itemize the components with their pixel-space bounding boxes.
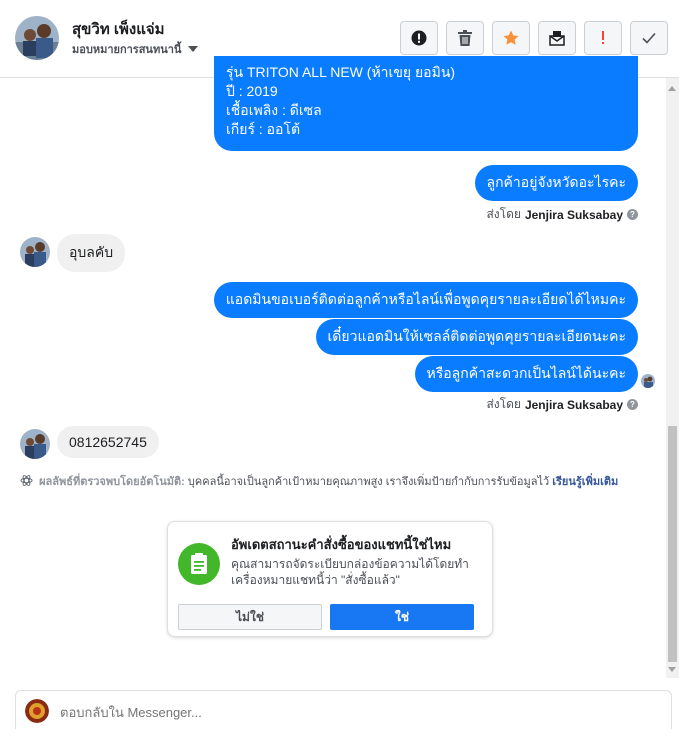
- caret-down-icon: [188, 46, 199, 52]
- outgoing-message: ลูกค้าอยู่จังหวัดอะไรคะ: [474, 165, 638, 201]
- important-icon: [602, 31, 604, 44]
- no-button[interactable]: ไม่ใช่: [178, 604, 322, 630]
- sent-by-info: ส่งโดย Jenjira Suksabay ?: [486, 395, 638, 414]
- reply-composer: [15, 690, 672, 729]
- seen-avatar: [641, 374, 655, 388]
- auto-detection-notice: ผลลัพธ์ที่ตรวจพบโดยอัตโนมัติ: บุคคลนี้อา…: [20, 474, 645, 490]
- sender-name[interactable]: Jenjira Suksabay: [525, 208, 623, 222]
- sent-by-info: ส่งโดย Jenjira Suksabay ?: [486, 205, 638, 224]
- message-line: ปี : 2019: [226, 83, 278, 99]
- mark-done-button[interactable]: [630, 21, 668, 55]
- auto-detect-text: บุคคลนี้อาจเป็นลูกค้าเป้าหมายคุณภาพสูง เ…: [187, 476, 550, 488]
- outgoing-message-car-details: รุ่น TRITON ALL NEW (ห้าเขยุ ยอมิน) ปี :…: [214, 56, 638, 151]
- sender-name[interactable]: Jenjira Suksabay: [525, 398, 623, 412]
- reply-input[interactable]: [60, 705, 650, 720]
- contact-avatar-small[interactable]: [20, 237, 50, 267]
- message-line: เชื้อเพลิง : ดีเซล: [226, 102, 322, 118]
- trash-icon: [458, 30, 472, 46]
- message-line: เกียร์ : ออโต้: [226, 121, 301, 137]
- card-body: คุณสามารถจัดระเบียบกล่องข้อความได้โดยทำเ…: [231, 557, 469, 587]
- important-button[interactable]: [584, 21, 622, 55]
- scrollbar-thumb[interactable]: [668, 426, 677, 662]
- assign-label: มอบหมายการสนทนานี้: [72, 44, 182, 56]
- star-icon: [503, 30, 519, 45]
- spam-button[interactable]: [400, 21, 438, 55]
- order-receipt-icon: [178, 543, 220, 585]
- follow-up-button[interactable]: [492, 21, 530, 55]
- contact-avatar[interactable]: [15, 16, 59, 60]
- outgoing-message: หรือลูกค้าสะดวกเป็นไลน์ได้นะคะ: [414, 356, 638, 392]
- message-line: รุ่น TRITON ALL NEW (ห้าเขยุ ยอมิน): [226, 64, 456, 80]
- yes-button[interactable]: ใช่: [330, 604, 474, 630]
- contact-avatar-small[interactable]: [20, 429, 50, 459]
- outgoing-message: เดี๋ยวแอดมินให้เซลล์ติดต่อพูดคุยรายละเอี…: [315, 319, 638, 355]
- card-title: อัพเดตสถานะคำสั่งซื้อของแชทนี้ใช่ไหม: [231, 537, 452, 552]
- learn-more-link[interactable]: เรียนรู้เพิ่มเติม: [552, 476, 618, 488]
- incoming-message: 0812652745: [57, 426, 159, 458]
- done-icon: [642, 32, 656, 44]
- outgoing-message: แอดมินขอเบอร์ติดต่อลูกค้าหรือไลน์เพื่อพู…: [213, 282, 638, 318]
- help-icon[interactable]: ?: [627, 399, 638, 410]
- incoming-message: อุบลคับ: [57, 234, 126, 272]
- scroll-up-arrow-icon[interactable]: [668, 86, 676, 91]
- delete-button[interactable]: [446, 21, 484, 55]
- conversation-toolbar: [400, 21, 668, 55]
- mark-unread-button[interactable]: [538, 21, 576, 55]
- assign-conversation-dropdown[interactable]: มอบหมายการสนทนานี้: [72, 40, 199, 58]
- mark-unread-icon: [549, 31, 565, 46]
- order-status-card: อัพเดตสถานะคำสั่งซื้อของแชทนี้ใช่ไหม คุณ…: [167, 521, 493, 637]
- atom-icon: [20, 475, 33, 486]
- auto-detect-label: ผลลัพธ์ที่ตรวจพบโดยอัตโนมัติ:: [39, 476, 185, 488]
- alert-icon: [411, 30, 427, 46]
- contact-name[interactable]: สุขวิท เพ็งแจ่ม: [72, 17, 165, 41]
- scroll-down-arrow-icon[interactable]: [668, 667, 676, 672]
- help-icon[interactable]: ?: [627, 209, 638, 220]
- page-avatar: [25, 699, 49, 723]
